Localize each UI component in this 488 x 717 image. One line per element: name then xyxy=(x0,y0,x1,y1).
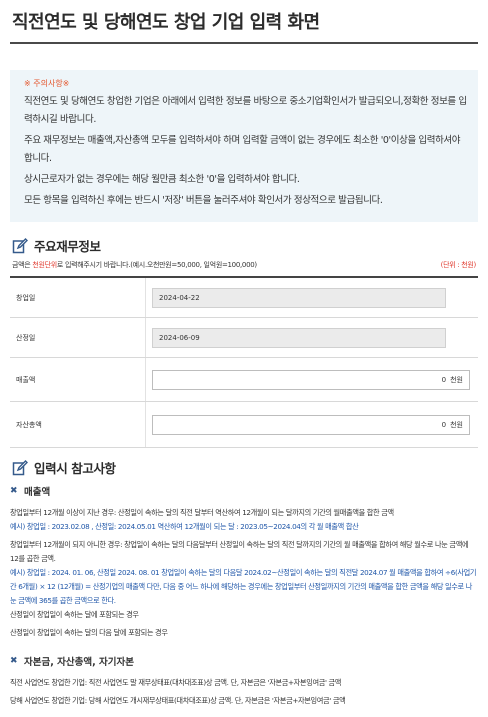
notice-line: 주요 재무정보는 매출액,자산총액 모두를 입력하셔야 하며 입력할 금액이 없… xyxy=(24,135,461,164)
reference-example: 예시) 창업일 : 2024. 01. 06, 산정일 2024. 08. 01… xyxy=(10,568,477,605)
reference-content: ✖ 매출액 창업일부터 12개월 이상이 지난 경우: 산정일이 속하는 달의 … xyxy=(10,484,478,708)
reference-line: 창업일부터 12개월이 되지 아니한 경우: 창업일이 속하는 달의 다음달부터… xyxy=(10,540,469,563)
reference-line: 창업일부터 12개월 이상이 지난 경우: 산정일이 속하는 달의 직전 달부터… xyxy=(10,508,394,517)
reference-example: 예시) 창업일 : 2023.02.08 , 산정일: 2024.05.01 역… xyxy=(10,522,359,531)
reference-line: 산정일이 창업일이 속하는 달의 다음 달에 포함되는 경우 xyxy=(10,628,168,637)
notice-box: ※ 주의사항※ 직전연도 및 당해연도 창업한 기업은 아래에서 입력한 정보를… xyxy=(10,70,478,222)
field-label: 자산총액 xyxy=(10,402,146,447)
reference-title-text: 입력시 참고사항 xyxy=(34,461,116,476)
field-label: 매출액 xyxy=(10,358,146,401)
unit-note: 금액은 천원단위로 입력해주시기 바랍니다.(예시.오천만원=50,000, 일… xyxy=(12,261,257,269)
bullet-icon: ✖ xyxy=(10,655,18,666)
title-divider xyxy=(10,42,478,44)
notice-line: 상시근로자가 없는 경우에는 해당 월만큼 최소한 '0'을 입력하셔야 합니다… xyxy=(24,174,300,185)
notice-line: 직전연도 및 당해연도 창업한 기업은 아래에서 입력한 정보를 바탕으로 중소… xyxy=(24,96,467,125)
unit-label: (단위 : 천원) xyxy=(440,261,477,269)
edit-icon xyxy=(12,237,28,253)
reference-section-title: 입력시 참고사항 xyxy=(12,458,116,477)
financial-form-table: 창업일 2024-04-22 산정일 2024-06-09 매출액 0 천원 자산… xyxy=(10,276,478,448)
unit-highlight: 천원단위 xyxy=(32,261,57,269)
reference-line: 직전 사업연도 창업한 기업: 직전 사업연도 말 재무상태표(대차대조표)상 … xyxy=(10,678,342,687)
page-title: 직전연도 및 당해연도 창업 기업 입력 화면 xyxy=(12,12,320,33)
sales-input[interactable]: 0 천원 xyxy=(152,369,470,390)
form-row-calc-date: 산정일 2024-06-09 xyxy=(10,318,478,358)
unit-text: 천원 xyxy=(450,375,463,384)
financial-title-text: 주요재무정보 xyxy=(34,239,101,254)
unit-text: 천원 xyxy=(450,420,463,429)
capital-heading: ✖ 자본금, 자산총액, 자기자본 xyxy=(10,655,134,668)
calc-date-field: 2024-06-09 xyxy=(152,327,446,348)
bullet-icon: ✖ xyxy=(10,485,18,496)
form-row-assets: 자산총액 0 천원 xyxy=(10,402,478,448)
reference-line: 산정일이 창업일이 속하는 달에 포함되는 경우 xyxy=(10,610,139,619)
form-row-sales: 매출액 0 천원 xyxy=(10,358,478,402)
sales-heading: ✖ 매출액 xyxy=(10,485,51,498)
financial-section-title: 주요재무정보 xyxy=(12,236,101,255)
field-label: 창업일 xyxy=(10,278,146,317)
notice-header: ※ 주의사항※ xyxy=(24,79,70,88)
reference-line: 당해 사업연도 창업한 기업: 당해 사업연도 개시재무상태표(대차대조표)상 … xyxy=(10,696,346,705)
notice-line: 모든 항목을 입력하신 후에는 반드시 '저장' 버튼을 눌러주셔야 확인서가 … xyxy=(24,195,383,206)
field-label: 산정일 xyxy=(10,318,146,357)
form-row-founding-date: 창업일 2024-04-22 xyxy=(10,278,478,318)
total-assets-input[interactable]: 0 천원 xyxy=(152,414,470,435)
founding-date-field: 2024-04-22 xyxy=(152,287,446,308)
edit-icon xyxy=(12,459,28,475)
unit-note-row: 금액은 천원단위로 입력해주시기 바랍니다.(예시.오천만원=50,000, 일… xyxy=(12,260,476,270)
